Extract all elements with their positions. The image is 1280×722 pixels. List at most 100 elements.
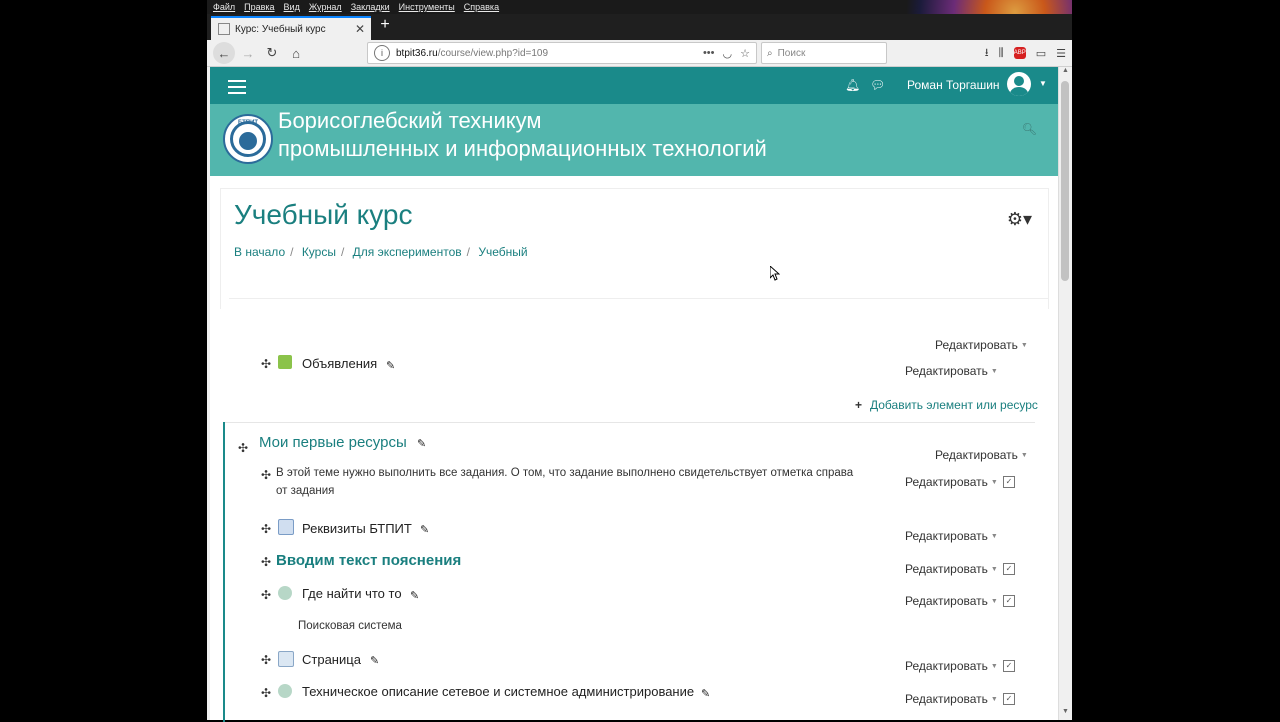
move-icon[interactable]: ✣ (261, 653, 271, 667)
divider (229, 298, 1049, 299)
menu-edit[interactable]: Правка (244, 2, 274, 12)
more-icon[interactable]: ••• (703, 47, 715, 60)
activity-edit-menu[interactable]: Редактировать ▼ (905, 692, 998, 706)
favicon-icon (218, 23, 230, 35)
move-icon[interactable]: ✣ (261, 588, 271, 602)
site-banner: БТПИТ Борисоглебский техникум промышленн… (210, 104, 1059, 176)
move-icon[interactable]: ✣ (261, 686, 271, 700)
activity-edit-menu[interactable]: Редактировать ▼ (905, 659, 998, 673)
label-edit-menu[interactable]: Редактировать ▼ (905, 475, 998, 489)
menu-file[interactable]: Файл (213, 2, 235, 12)
menu-tools[interactable]: Инструменты (399, 2, 455, 12)
page-icon (278, 651, 294, 667)
page-title: Учебный курс (234, 199, 413, 230)
menu-help[interactable]: Справка (464, 2, 499, 12)
url-resource-icon (278, 586, 292, 600)
reload-button[interactable]: ↻ (261, 42, 283, 64)
site-title-line1: Борисоглебский техникум (278, 108, 542, 133)
adblock-icon[interactable]: ABP (1013, 47, 1026, 59)
move-icon[interactable]: ✣ (261, 522, 271, 536)
completion-checkbox[interactable]: ✓ (1003, 660, 1015, 672)
close-tab-icon[interactable]: ✕ (355, 22, 365, 36)
search-icon: ⌕ (767, 47, 773, 59)
sidebar-icon[interactable]: ▭ (1036, 47, 1046, 60)
section1-edit-menu[interactable]: Редактировать ▼ (935, 448, 1028, 462)
gear-icon[interactable]: ⚙▾ (1007, 209, 1032, 230)
pencil-icon[interactable]: ✎ (701, 687, 710, 700)
url-path: /course/view.php?id=109 (437, 47, 549, 59)
library-icon[interactable]: ⫼ (999, 47, 1004, 60)
move-icon[interactable]: ✣ (261, 468, 271, 482)
menu-history[interactable]: Журнал (309, 2, 342, 12)
navigation-toolbar: ← → ↻ ⌂ i btpit36.ru /course/view.php?id… (207, 40, 1072, 67)
back-button[interactable]: ← (213, 42, 235, 64)
activity-edit-menu[interactable]: Редактировать ▼ (905, 364, 998, 378)
site-title-line2: промышленных и информационных технологий (278, 136, 767, 161)
breadcrumb-courses[interactable]: Курсы (302, 245, 336, 259)
pocket-icon[interactable]: ◡ (723, 47, 733, 60)
move-icon[interactable]: ✣ (261, 357, 271, 371)
add-activity-link[interactable]: Добавить элемент или ресурс (870, 398, 1038, 412)
pencil-icon[interactable]: ✎ (370, 654, 379, 667)
site-search-icon[interactable]: 🔍︎ (1022, 122, 1037, 136)
pencil-icon[interactable]: ✎ (386, 359, 395, 372)
hamburger-menu-icon[interactable]: ☰ (1056, 47, 1066, 60)
drawer-toggle-icon[interactable] (228, 80, 246, 98)
info-icon[interactable]: i (374, 45, 390, 61)
download-icon[interactable]: ⭳ (985, 44, 989, 63)
chevron-down-icon[interactable]: ▼ (1039, 79, 1047, 88)
section0-edit-menu[interactable]: Редактировать ▼ (935, 338, 1028, 352)
section-divider (225, 422, 1035, 423)
section-move-icon[interactable]: ✣ (238, 441, 248, 455)
move-icon[interactable]: ✣ (261, 555, 271, 569)
forum-icon (278, 355, 292, 369)
activity-description: Поисковая система (298, 620, 402, 632)
url-host: btpit36.ru (396, 47, 438, 59)
completion-checkbox[interactable]: ✓ (1003, 476, 1015, 488)
activity-page[interactable]: Страница (302, 652, 361, 667)
section-highlight-bar (223, 422, 225, 722)
new-tab-button[interactable]: + (375, 16, 395, 34)
activity-announcements[interactable]: Объявления (302, 356, 377, 371)
pencil-icon[interactable]: ✎ (410, 589, 419, 602)
tab-course[interactable]: Курс: Учебный курс ✕ (211, 16, 371, 40)
activity-where-to-find[interactable]: Где найти что то (302, 586, 402, 601)
activity-requisites[interactable]: Реквизиты БТПИТ (302, 521, 412, 536)
home-button[interactable]: ⌂ (285, 42, 307, 64)
section-title[interactable]: Мои первые ресурсы (259, 434, 407, 451)
pencil-icon[interactable]: ✎ (417, 437, 426, 450)
activity-edit-menu[interactable]: Редактировать ▼ (905, 529, 998, 543)
breadcrumb-course[interactable]: Учебный (478, 245, 527, 259)
breadcrumb: В начало / Курсы / Для экспериментов / Учеб… (234, 245, 528, 259)
logo-text: БТПИТ (237, 120, 259, 126)
search-bar[interactable]: ⌕ Поиск (761, 42, 887, 64)
completion-checkbox[interactable]: ✓ (1003, 595, 1015, 607)
forward-button[interactable]: → (237, 42, 259, 64)
tab-strip: Курс: Учебный курс ✕ + (207, 14, 1072, 40)
label-edit-menu[interactable]: Редактировать ▼ (905, 562, 998, 576)
breadcrumb-home[interactable]: В начало (234, 245, 285, 259)
section-intro-line2: от задания (276, 485, 335, 497)
section-intro-line1: В этой теме нужно выполнить все задания.… (276, 467, 854, 479)
search-placeholder: Поиск (777, 47, 806, 59)
completion-checkbox[interactable]: ✓ (1003, 693, 1015, 705)
page-header: Учебный курс ⚙▾ В начало / Курсы / Для экс… (220, 188, 1049, 309)
pencil-icon[interactable]: ✎ (420, 523, 429, 536)
activity-tech-description[interactable]: Техническое описание сетевое и системное… (302, 684, 694, 699)
scrollbar[interactable]: ▲ ▼ (1058, 67, 1072, 720)
menu-view[interactable]: Вид (284, 2, 300, 12)
site-navbar: 🔔︎ 💬︎ Роман Торгашин ▼ (210, 67, 1059, 104)
messages-icon[interactable]: 💬︎ (870, 78, 885, 92)
bookmark-star-icon[interactable]: ☆ (740, 47, 750, 60)
user-name[interactable]: Роман Торгашин (907, 78, 1000, 92)
college-logo[interactable]: БТПИТ (223, 114, 273, 164)
plus-icon[interactable]: + (855, 398, 862, 412)
breadcrumb-category[interactable]: Для экспериментов (353, 245, 462, 259)
menu-bookmarks[interactable]: Закладки (351, 2, 390, 12)
notification-bell-icon[interactable]: 🔔︎ (845, 78, 860, 92)
activity-edit-menu[interactable]: Редактировать ▼ (905, 594, 998, 608)
completion-checkbox[interactable]: ✓ (1003, 563, 1015, 575)
avatar[interactable] (1007, 72, 1031, 96)
mouse-cursor-icon (770, 266, 780, 281)
url-bar[interactable]: i btpit36.ru /course/view.php?id=109 •••… (367, 42, 757, 64)
